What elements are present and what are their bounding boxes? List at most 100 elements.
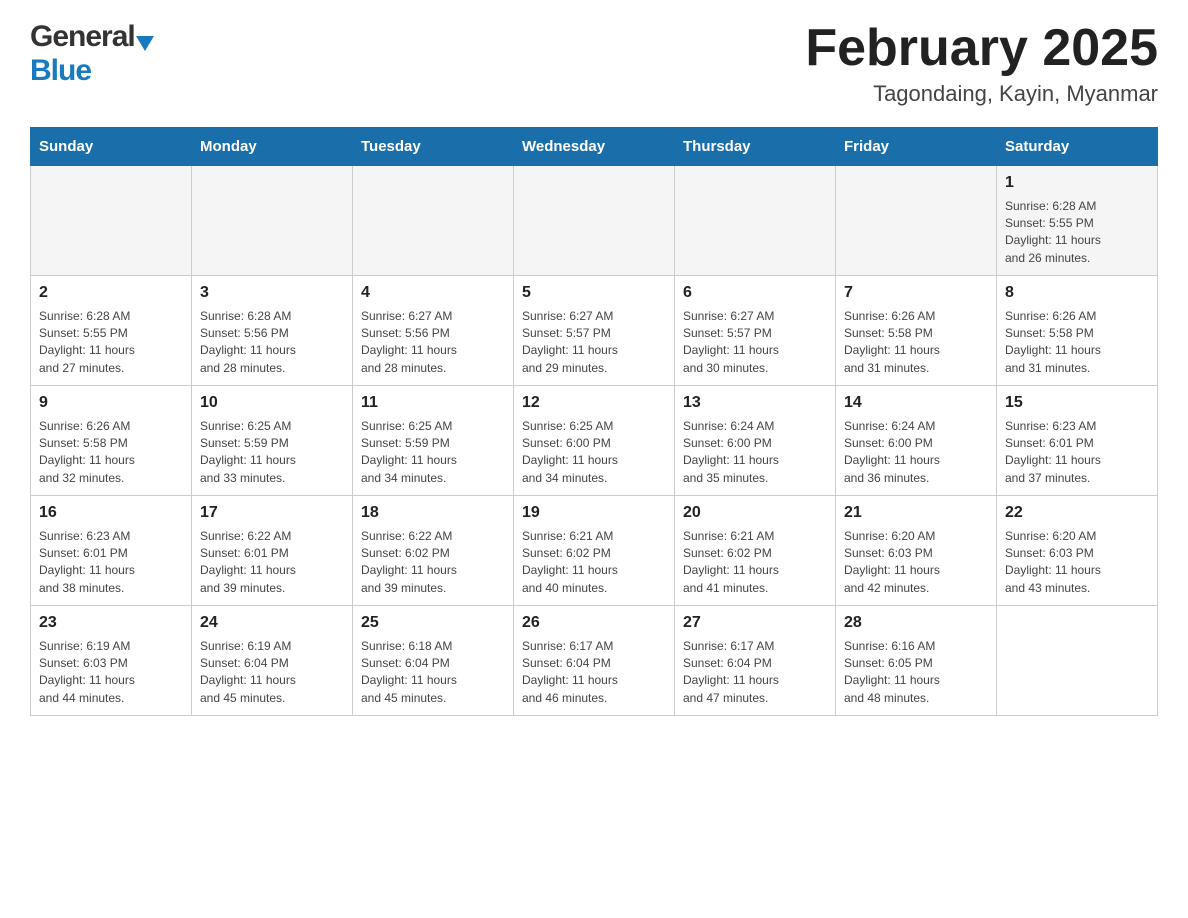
calendar-cell [192, 166, 353, 276]
day-info: Sunrise: 6:25 AM Sunset: 5:59 PM Dayligh… [200, 418, 344, 488]
day-info: Sunrise: 6:18 AM Sunset: 6:04 PM Dayligh… [361, 638, 505, 708]
day-header-friday: Friday [836, 128, 997, 166]
calendar-cell: 11 Sunrise: 6:25 AM Sunset: 5:59 PM Dayli… [353, 386, 514, 496]
day-number: 27 [683, 612, 827, 634]
calendar-cell: 3Sunrise: 6:28 AM Sunset: 5:56 PM Daylig… [192, 276, 353, 386]
calendar-cell: 2Sunrise: 6:28 AM Sunset: 5:55 PM Daylig… [31, 276, 192, 386]
day-number: 22 [1005, 502, 1149, 524]
day-info: Sunrise: 6:24 AM Sunset: 6:00 PM Dayligh… [683, 418, 827, 488]
day-number: 6 [683, 282, 827, 304]
calendar-title: February 2025 [805, 20, 1158, 77]
day-info: Sunrise: 6:17 AM Sunset: 6:04 PM Dayligh… [522, 638, 666, 708]
calendar-week-3: 9Sunrise: 6:26 AM Sunset: 5:58 PM Daylig… [31, 386, 1158, 496]
calendar-cell: 19Sunrise: 6:21 AM Sunset: 6:02 PM Dayli… [514, 496, 675, 606]
calendar-cell: 7Sunrise: 6:26 AM Sunset: 5:58 PM Daylig… [836, 276, 997, 386]
day-header-thursday: Thursday [675, 128, 836, 166]
day-number: 14 [844, 392, 988, 414]
day-info: Sunrise: 6:22 AM Sunset: 6:02 PM Dayligh… [361, 528, 505, 598]
day-number: 15 [1005, 392, 1149, 414]
day-info: Sunrise: 6:25 AM Sunset: 6:00 PM Dayligh… [522, 418, 666, 488]
calendar-cell [836, 166, 997, 276]
logo: General Blue [30, 20, 154, 88]
calendar-cell: 21 Sunrise: 6:20 AM Sunset: 6:03 PM Dayli… [836, 496, 997, 606]
calendar-week-1: 1 Sunrise: 6:28 AM Sunset: 5:55 PM Daylig… [31, 166, 1158, 276]
calendar-cell: 15Sunrise: 6:23 AM Sunset: 6:01 PM Dayli… [997, 386, 1158, 496]
day-number: 23 [39, 612, 183, 634]
day-info: Sunrise: 6:17 AM Sunset: 6:04 PM Dayligh… [683, 638, 827, 708]
calendar-cell: 25 Sunrise: 6:18 AM Sunset: 6:04 PM Dayli… [353, 606, 514, 716]
calendar-cell: 24 Sunrise: 6:19 AM Sunset: 6:04 PM Dayli… [192, 606, 353, 716]
day-info: Sunrise: 6:22 AM Sunset: 6:01 PM Dayligh… [200, 528, 344, 598]
day-number: 2 [39, 282, 183, 304]
day-info: Sunrise: 6:24 AM Sunset: 6:00 PM Dayligh… [844, 418, 988, 488]
day-info: Sunrise: 6:27 AM Sunset: 5:57 PM Dayligh… [683, 308, 827, 378]
day-info: Sunrise: 6:27 AM Sunset: 5:56 PM Dayligh… [361, 308, 505, 378]
page-header: General Blue February 2025 Tagondaing, K… [30, 20, 1158, 107]
day-info: Sunrise: 6:19 AM Sunset: 6:03 PM Dayligh… [39, 638, 183, 708]
day-info: Sunrise: 6:26 AM Sunset: 5:58 PM Dayligh… [39, 418, 183, 488]
day-header-sunday: Sunday [31, 128, 192, 166]
day-number: 19 [522, 502, 666, 524]
day-info: Sunrise: 6:20 AM Sunset: 6:03 PM Dayligh… [844, 528, 988, 598]
calendar-cell [675, 166, 836, 276]
logo-blue: Blue [30, 54, 91, 87]
calendar-week-4: 16 Sunrise: 6:23 AM Sunset: 6:01 PM Dayli… [31, 496, 1158, 606]
calendar-cell [31, 166, 192, 276]
calendar-table: SundayMondayTuesdayWednesdayThursdayFrid… [30, 127, 1158, 716]
day-info: Sunrise: 6:26 AM Sunset: 5:58 PM Dayligh… [844, 308, 988, 378]
calendar-cell: 5 Sunrise: 6:27 AM Sunset: 5:57 PM Daylig… [514, 276, 675, 386]
calendar-subtitle: Tagondaing, Kayin, Myanmar [805, 81, 1158, 107]
day-number: 17 [200, 502, 344, 524]
calendar-cell: 20 Sunrise: 6:21 AM Sunset: 6:02 PM Dayli… [675, 496, 836, 606]
calendar-cell: 18 Sunrise: 6:22 AM Sunset: 6:02 PM Dayli… [353, 496, 514, 606]
calendar-cell: 26Sunrise: 6:17 AM Sunset: 6:04 PM Dayli… [514, 606, 675, 716]
calendar-cell: 1 Sunrise: 6:28 AM Sunset: 5:55 PM Daylig… [997, 166, 1158, 276]
calendar-cell [353, 166, 514, 276]
calendar-cell [514, 166, 675, 276]
calendar-cell: 17 Sunrise: 6:22 AM Sunset: 6:01 PM Dayli… [192, 496, 353, 606]
day-info: Sunrise: 6:25 AM Sunset: 5:59 PM Dayligh… [361, 418, 505, 488]
day-header-wednesday: Wednesday [514, 128, 675, 166]
day-number: 16 [39, 502, 183, 524]
calendar-cell: 12 Sunrise: 6:25 AM Sunset: 6:00 PM Dayli… [514, 386, 675, 496]
day-header-tuesday: Tuesday [353, 128, 514, 166]
day-info: Sunrise: 6:20 AM Sunset: 6:03 PM Dayligh… [1005, 528, 1149, 598]
day-number: 20 [683, 502, 827, 524]
day-info: Sunrise: 6:19 AM Sunset: 6:04 PM Dayligh… [200, 638, 344, 708]
logo-arrow-icon [136, 36, 154, 51]
day-info: Sunrise: 6:28 AM Sunset: 5:56 PM Dayligh… [200, 308, 344, 378]
day-info: Sunrise: 6:23 AM Sunset: 6:01 PM Dayligh… [39, 528, 183, 598]
calendar-cell: 27 Sunrise: 6:17 AM Sunset: 6:04 PM Dayli… [675, 606, 836, 716]
title-block: February 2025 Tagondaing, Kayin, Myanmar [805, 20, 1158, 107]
calendar-cell: 16 Sunrise: 6:23 AM Sunset: 6:01 PM Dayli… [31, 496, 192, 606]
calendar-week-5: 23 Sunrise: 6:19 AM Sunset: 6:03 PM Dayli… [31, 606, 1158, 716]
day-header-saturday: Saturday [997, 128, 1158, 166]
calendar-cell [997, 606, 1158, 716]
calendar-cell: 13Sunrise: 6:24 AM Sunset: 6:00 PM Dayli… [675, 386, 836, 496]
calendar-cell: 9Sunrise: 6:26 AM Sunset: 5:58 PM Daylig… [31, 386, 192, 496]
day-header-monday: Monday [192, 128, 353, 166]
day-number: 25 [361, 612, 505, 634]
day-number: 4 [361, 282, 505, 304]
day-number: 18 [361, 502, 505, 524]
day-number: 5 [522, 282, 666, 304]
calendar-cell: 10 Sunrise: 6:25 AM Sunset: 5:59 PM Dayli… [192, 386, 353, 496]
day-info: Sunrise: 6:21 AM Sunset: 6:02 PM Dayligh… [683, 528, 827, 598]
day-info: Sunrise: 6:28 AM Sunset: 5:55 PM Dayligh… [1005, 198, 1149, 268]
day-number: 21 [844, 502, 988, 524]
calendar-cell: 14 Sunrise: 6:24 AM Sunset: 6:00 PM Dayli… [836, 386, 997, 496]
day-number: 28 [844, 612, 988, 634]
day-number: 11 [361, 392, 505, 414]
calendar-cell: 8Sunrise: 6:26 AM Sunset: 5:58 PM Daylig… [997, 276, 1158, 386]
calendar-week-2: 2Sunrise: 6:28 AM Sunset: 5:55 PM Daylig… [31, 276, 1158, 386]
day-number: 1 [1005, 172, 1149, 194]
calendar-cell: 28 Sunrise: 6:16 AM Sunset: 6:05 PM Dayli… [836, 606, 997, 716]
day-number: 10 [200, 392, 344, 414]
logo-general: General [30, 20, 135, 54]
day-number: 24 [200, 612, 344, 634]
day-info: Sunrise: 6:27 AM Sunset: 5:57 PM Dayligh… [522, 308, 666, 378]
day-number: 12 [522, 392, 666, 414]
calendar-header-row: SundayMondayTuesdayWednesdayThursdayFrid… [31, 128, 1158, 166]
day-info: Sunrise: 6:16 AM Sunset: 6:05 PM Dayligh… [844, 638, 988, 708]
day-info: Sunrise: 6:26 AM Sunset: 5:58 PM Dayligh… [1005, 308, 1149, 378]
